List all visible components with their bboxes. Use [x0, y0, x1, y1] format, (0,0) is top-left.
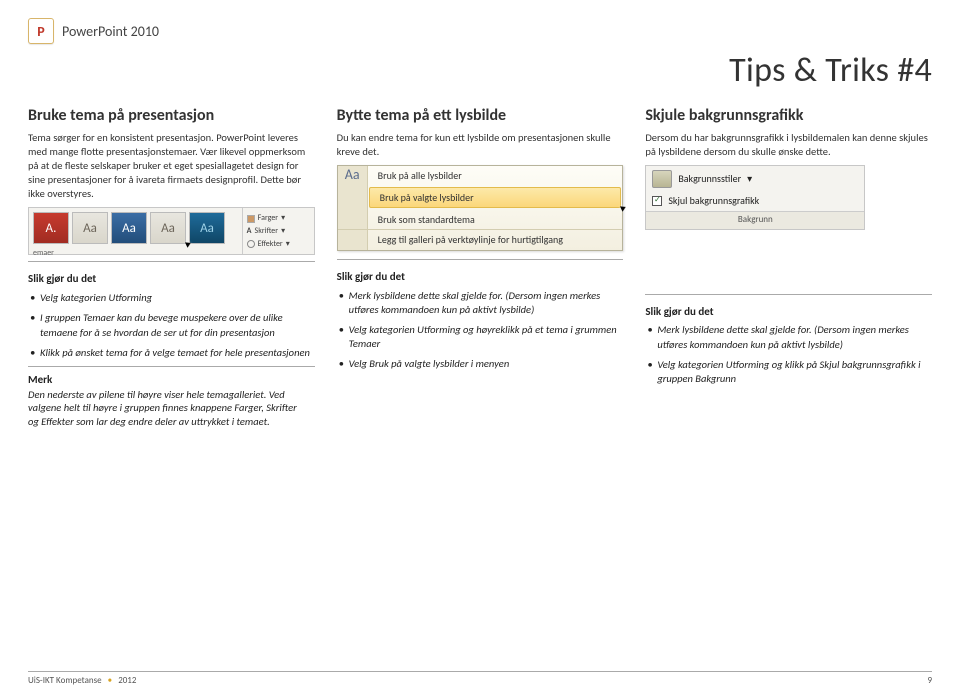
fonts-button[interactable]: ASkrifter ▾ — [247, 226, 310, 237]
instr-item: Merk lysbildene dette skal gjelde for. (… — [337, 289, 624, 317]
app-title: PowerPoint 2010 — [62, 23, 159, 40]
header: P PowerPoint 2010 — [28, 18, 932, 44]
panel-group-label: Bakgrunn — [646, 211, 864, 228]
menu-item[interactable]: Legg til galleri på verktøylinje for hur… — [338, 229, 623, 250]
footer-org: UiS-IKT Kompetanse — [28, 675, 102, 686]
divider — [28, 366, 315, 367]
theme-tiles: A. Aa Aa Aa Aa — [29, 208, 242, 248]
menu-item-label: Bruk på valgte lysbilder — [369, 187, 622, 209]
instr-item: Velg Bruk på valgte lysbilder i menyen — [337, 357, 624, 371]
divider — [645, 294, 932, 295]
instr-item: Klikk på ønsket tema for å velge temaet … — [28, 346, 315, 360]
effects-button[interactable]: Effekter ▾ — [247, 239, 310, 250]
footer: UiS-IKT Kompetanse • 2012 9 — [28, 671, 932, 686]
theme-options: Farger ▾ ASkrifter ▾ Effekter ▾ — [242, 208, 314, 254]
menu-gutter — [338, 230, 368, 250]
menu-gutter — [338, 209, 368, 229]
button-label: Bakgrunnsstiler — [678, 172, 741, 186]
col2-instructions: Slik gjør du det Merk lysbildene dette s… — [337, 270, 624, 372]
context-menu: Aa Bruk på alle lysbilder Bruk på valgte… — [337, 165, 624, 251]
hide-background-checkbox[interactable]: ✓ Skjul bakgrunnsgrafikk — [646, 192, 864, 212]
divider — [28, 261, 315, 262]
merk-title: Merk — [28, 373, 315, 388]
menu-item-label: Bruk på alle lysbilder — [368, 166, 623, 186]
instr-item: Velg kategorien Utforming og klikk på Sk… — [645, 358, 932, 386]
chevron-down-icon: ▾ — [747, 172, 752, 186]
themes-gallery: A. Aa Aa Aa Aa emaer Farger ▾ ASkrifter … — [28, 207, 315, 255]
footer-year: 2012 — [118, 675, 136, 686]
menu-item-selected[interactable]: Bruk på valgte lysbilder — [338, 186, 623, 210]
gallery-group-label: emaer — [29, 248, 242, 261]
column-skjule-bakgrunn: Skjule bakgrunnsgrafikk Dersom du har ba… — [645, 105, 932, 429]
column-bruke-tema: Bruke tema på presentasjon Tema sørger f… — [28, 105, 315, 429]
instr-item: Velg kategorien Utforming og høyreklikk … — [337, 323, 624, 351]
content-columns: Bruke tema på presentasjon Tema sørger f… — [28, 105, 932, 429]
instr-title: Slik gjør du det — [337, 270, 624, 285]
bullet-icon: • — [108, 675, 112, 686]
col1-instructions: Slik gjør du det Velg kategorien Utformi… — [28, 272, 315, 360]
instr-item: I gruppen Temaer kan du bevege muspekere… — [28, 311, 315, 339]
menu-item-label: Bruk som standardtema — [368, 209, 623, 229]
col3-body: Dersom du har bakgrunnsgrafikk i lysbild… — [645, 131, 932, 159]
instr-item: Merk lysbildene dette skal gjelde for. (… — [645, 323, 932, 351]
theme-tile-hovered[interactable]: Aa — [150, 212, 186, 244]
page-title: Tips & Triks #4 — [28, 50, 932, 91]
menu-item-label: Legg til galleri på verktøylinje for hur… — [368, 230, 623, 250]
col3-instructions: Slik gjør du det Merk lysbildene dette s… — [645, 305, 932, 387]
instr-item: Velg kategorien Utforming — [28, 291, 315, 305]
menu-item[interactable]: Aa Bruk på alle lysbilder — [338, 166, 623, 186]
checkbox-label: Skjul bakgrunnsgrafikk — [668, 194, 759, 208]
colors-button[interactable]: Farger ▾ — [247, 213, 310, 224]
divider — [337, 259, 624, 260]
menu-gutter — [338, 186, 368, 210]
checkbox-icon: ✓ — [652, 196, 662, 206]
col3-heading: Skjule bakgrunnsgrafikk — [645, 105, 932, 127]
powerpoint-icon: P — [28, 18, 54, 44]
instr-title: Slik gjør du det — [645, 305, 932, 320]
theme-tile[interactable]: Aa — [72, 212, 108, 244]
page-number: 9 — [927, 675, 932, 686]
theme-tile[interactable]: Aa — [111, 212, 147, 244]
footer-left: UiS-IKT Kompetanse • 2012 — [28, 675, 136, 686]
theme-tile[interactable]: Aa — [189, 212, 225, 244]
instr-title: Slik gjør du det — [28, 272, 315, 287]
col2-heading: Bytte tema på ett lysbilde — [337, 105, 624, 127]
col2-body: Du kan endre tema for kun ett lysbilde o… — [337, 131, 624, 159]
background-styles-button[interactable]: Bakgrunnsstiler ▾ — [646, 166, 864, 192]
col1-heading: Bruke tema på presentasjon — [28, 105, 315, 127]
theme-preview-icon: Aa — [338, 166, 368, 186]
merk-body: Den nederste av pilene til høyre viser h… — [28, 388, 308, 429]
theme-tile[interactable]: A. — [33, 212, 69, 244]
menu-item[interactable]: Bruk som standardtema — [338, 209, 623, 229]
background-styles-icon — [652, 170, 672, 188]
column-bytte-tema: Bytte tema på ett lysbilde Du kan endre … — [337, 105, 624, 429]
background-panel: Bakgrunnsstiler ▾ ✓ Skjul bakgrunnsgrafi… — [645, 165, 865, 230]
col1-body: Tema sørger for en konsistent presentasj… — [28, 131, 315, 202]
